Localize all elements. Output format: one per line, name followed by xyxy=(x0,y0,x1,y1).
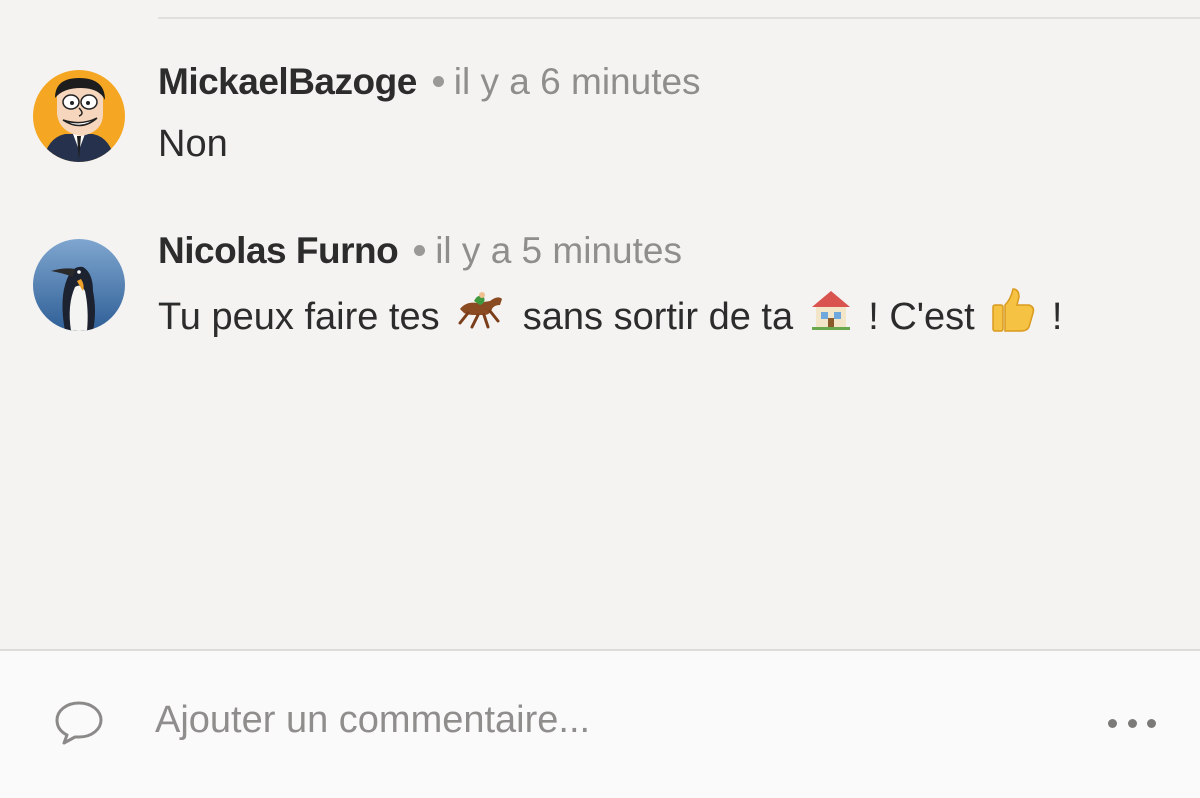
avatar[interactable] xyxy=(33,239,125,331)
comment: MickaelBazoge il y a 6 minutes Non xyxy=(0,60,1200,180)
more-dots-icon xyxy=(1108,718,1117,728)
comment-text-part: ! C'est xyxy=(868,296,975,339)
author-name[interactable]: Nicolas Furno xyxy=(158,230,399,271)
comment-text: Non xyxy=(158,120,228,168)
avatar[interactable] xyxy=(33,70,125,162)
comment: Nicolas Furno il y a 5 minutes Tu peux fa… xyxy=(0,229,1200,349)
timestamp: il y a 6 minutes xyxy=(453,61,701,102)
top-divider xyxy=(158,17,1200,19)
more-options-button[interactable] xyxy=(1108,711,1156,735)
comment-text: Tu peux faire tes sans sortir de ta ! C'… xyxy=(158,288,1063,339)
cartoon-man-avatar-icon xyxy=(33,70,125,162)
horse-racing-emoji-icon xyxy=(454,287,508,343)
author-name[interactable]: MickaelBazoge xyxy=(158,61,417,102)
comment-composer xyxy=(0,649,1200,798)
speech-bubble-icon xyxy=(54,699,104,750)
timestamp: il y a 5 minutes xyxy=(435,230,682,271)
comment-text-part: sans sortir de ta xyxy=(522,296,794,339)
penguin-avatar-icon xyxy=(33,239,125,331)
separator-dot xyxy=(414,244,426,256)
comment-text-part: Non xyxy=(158,123,228,165)
comment-input[interactable] xyxy=(155,696,1055,744)
comment-meta: Nicolas Furno il y a 5 minutes xyxy=(158,229,682,273)
comment-text-part: Tu peux faire tes xyxy=(158,296,440,339)
separator-dot xyxy=(432,75,444,87)
comment-text-part: ! xyxy=(1051,296,1063,339)
comment-meta: MickaelBazoge il y a 6 minutes xyxy=(158,60,701,104)
thumbs-up-emoji-icon xyxy=(989,285,1037,345)
house-emoji-icon xyxy=(808,287,854,343)
